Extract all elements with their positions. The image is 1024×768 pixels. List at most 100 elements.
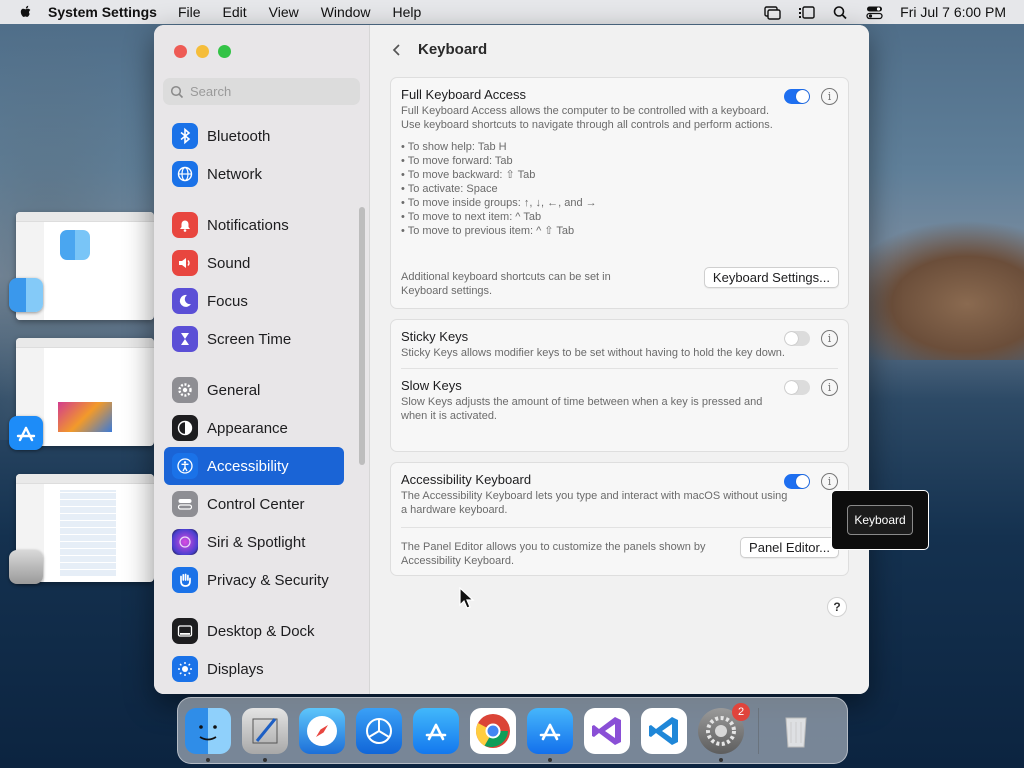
search-placeholder: Search [190, 84, 232, 99]
system-settings-window: Search Bluetooth Network Notifications S… [154, 25, 869, 694]
accessibility-keyboard-toggle[interactable] [784, 474, 810, 489]
sticky-keys-title: Sticky Keys [401, 329, 469, 344]
screen-mirroring-icon[interactable] [764, 5, 781, 20]
menu-help[interactable]: Help [393, 4, 422, 20]
sun-icon [172, 656, 198, 682]
sidebar-item-siri-spotlight[interactable]: Siri & Spotlight [164, 523, 344, 561]
panel-editor-note: The Panel Editor allows you to customize… [401, 541, 706, 567]
dock-trash-icon[interactable] [773, 708, 819, 754]
dock-icon [172, 618, 198, 644]
sidebar-item-notifications[interactable]: Notifications [164, 206, 344, 244]
info-icon[interactable]: i [821, 473, 838, 490]
sidebar: Search Bluetooth Network Notifications S… [154, 25, 370, 694]
bell-icon [172, 212, 198, 238]
dock-safari-icon[interactable] [299, 707, 345, 754]
app-menu[interactable]: System Settings [48, 4, 157, 20]
keyboard-settings-button[interactable]: Keyboard Settings... [703, 267, 839, 288]
zoom-button[interactable] [218, 45, 231, 58]
sidebar-item-sound[interactable]: Sound [164, 244, 344, 282]
menu-window[interactable]: Window [321, 4, 371, 20]
dock-vscode-icon[interactable] [641, 707, 687, 754]
keyboard-tooltip: Keyboard [831, 490, 929, 550]
sidebar-item-label: Sound [207, 254, 251, 272]
preview-app-icon[interactable] [9, 550, 43, 584]
search-field[interactable]: Search [163, 78, 360, 105]
menu-view[interactable]: View [269, 4, 299, 20]
dock-system-settings-icon[interactable]: 2 [698, 702, 750, 762]
slow-keys-row: Slow Keys Slow Keys adjusts the amount o… [391, 369, 848, 431]
slow-keys-toggle[interactable] [784, 380, 810, 395]
dock-app-store-icon[interactable] [413, 707, 459, 754]
help-button[interactable]: ? [827, 597, 847, 617]
sidebar-item-control-center[interactable]: Control Center [164, 485, 344, 523]
shortcut-item: • To activate: Space [401, 183, 498, 195]
sidebar-item-label: Control Center [207, 495, 305, 513]
sidebar-item-screen-time[interactable]: Screen Time [164, 320, 344, 358]
hourglass-icon [172, 326, 198, 352]
menu-edit[interactable]: Edit [223, 4, 247, 20]
page-title: Keyboard [418, 41, 488, 58]
sidebar-scrollbar[interactable] [359, 207, 365, 465]
speaker-icon [172, 250, 198, 276]
info-icon[interactable]: i [821, 330, 838, 347]
spotlight-icon[interactable] [832, 5, 849, 20]
window-controls [174, 45, 231, 58]
page-header: Keyboard [390, 41, 487, 58]
shortcut-item: • To move to next item: ^ Tab [401, 211, 542, 223]
control-center-icon[interactable] [866, 5, 883, 20]
sidebar-item-general[interactable]: General [164, 371, 344, 409]
sidebar-list: Bluetooth Network Notifications Sound Fo… [164, 117, 344, 688]
sidebar-item-label: Appearance [207, 419, 288, 437]
sidebar-item-label: Focus [207, 292, 248, 310]
toggles-icon [172, 491, 198, 517]
info-icon[interactable]: i [821, 379, 838, 396]
sidebar-item-label: Notifications [207, 216, 289, 234]
finder-icon[interactable] [9, 278, 43, 312]
sidebar-item-privacy-security[interactable]: Privacy & Security [164, 561, 344, 599]
full-keyboard-access-toggle[interactable] [784, 89, 810, 104]
sidebar-item-label: Desktop & Dock [207, 622, 315, 640]
app-store-icon[interactable] [9, 416, 43, 450]
panel-editor-button[interactable]: Panel Editor... [740, 537, 839, 558]
search-icon [170, 85, 184, 98]
accessibility-keyboard-title: Accessibility Keyboard [401, 472, 532, 487]
sticky-slow-keys-group: Sticky Keys Sticky Keys allows modifier … [390, 319, 849, 452]
sidebar-item-network[interactable]: Network [164, 155, 344, 193]
bluetooth-icon [172, 123, 198, 149]
sidebar-item-focus[interactable]: Focus [164, 282, 344, 320]
apple-logo-icon[interactable] [18, 4, 34, 20]
sidebar-item-appearance[interactable]: Appearance [164, 409, 344, 447]
info-icon[interactable]: i [821, 88, 838, 105]
dock-preview-icon[interactable] [242, 707, 288, 762]
dock-chrome-icon[interactable] [470, 707, 516, 754]
dock-visual-studio-icon[interactable] [584, 707, 630, 754]
shortcut-list: • To show help: Tab H • To move forward:… [391, 140, 848, 238]
gear-icon [172, 377, 198, 403]
menubar-clock[interactable]: Fri Jul 7 6:00 PM [900, 4, 1006, 20]
dock-finder-icon[interactable] [185, 707, 231, 762]
full-keyboard-access-group: Full Keyboard Access Full Keyboard Acces… [390, 77, 849, 309]
sidebar-item-displays[interactable]: Displays [164, 650, 344, 688]
shortcut-item: • To move inside groups: ↑, ↓, ←, and → [401, 197, 597, 209]
menu-file[interactable]: File [178, 4, 201, 20]
sidebar-item-label: Privacy & Security [207, 571, 329, 589]
full-keyboard-access-row: Full Keyboard Access Full Keyboard Acces… [391, 78, 848, 140]
minimize-button[interactable] [196, 45, 209, 58]
sidebar-item-bluetooth[interactable]: Bluetooth [164, 117, 344, 155]
sidebar-item-desktop-dock[interactable]: Desktop & Dock [164, 612, 344, 650]
accessibility-icon [172, 453, 198, 479]
dock-simulator-icon[interactable] [527, 707, 573, 762]
full-keyboard-access-description: Full Keyboard Access allows the computer… [401, 105, 773, 131]
sticky-keys-toggle[interactable] [784, 331, 810, 346]
stage-manager-icon[interactable] [798, 5, 815, 20]
slow-keys-description: Slow Keys adjusts the amount of time bet… [401, 396, 763, 422]
appearance-icon [172, 415, 198, 441]
sidebar-item-accessibility[interactable]: Accessibility [164, 447, 344, 485]
menu-bar: System Settings File Edit View Window He… [0, 0, 1024, 24]
keyboard-tooltip-label: Keyboard [847, 505, 913, 535]
dock-separator [758, 707, 759, 754]
close-button[interactable] [174, 45, 187, 58]
dock-instruments-icon[interactable] [356, 707, 402, 754]
moon-icon [172, 288, 198, 314]
chevron-left-icon[interactable] [390, 43, 404, 57]
